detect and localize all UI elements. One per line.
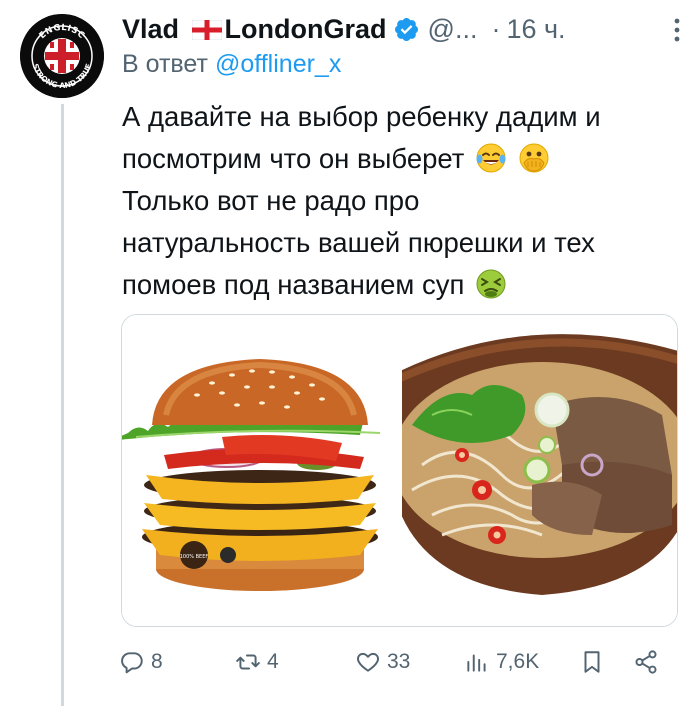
repost-count: 4: [267, 650, 279, 673]
like-button[interactable]: 33: [355, 646, 410, 678]
reply-icon: [121, 652, 143, 674]
nauseated-face-icon: [476, 269, 506, 299]
separator-dot: ·: [491, 13, 501, 44]
text-line-with-emoji: посмотрим что он выберет: [122, 138, 682, 180]
reply-context: В ответ @offliner_x: [122, 50, 341, 79]
reply-count: 8: [151, 650, 163, 673]
share-icon: [635, 650, 657, 674]
like-count: 33: [387, 650, 411, 673]
views-chart-icon: [467, 654, 486, 672]
avatar[interactable]: ENGLISC STRONG AND TRUE: [20, 14, 104, 98]
verified-badge-icon: [394, 17, 418, 41]
tweet[interactable]: ENGLISC STRONG AND TRUE Vlad LondonGrad: [0, 0, 700, 706]
views-count: 7,6K: [496, 650, 540, 673]
bookmark-icon: [584, 651, 600, 673]
reply-prefix: В ответ: [122, 50, 208, 78]
england-flag-icon: [191, 20, 222, 41]
reply-button[interactable]: 8: [119, 646, 163, 678]
burger-icon: 100% BEEF: [122, 315, 397, 626]
repost-icon: [236, 654, 260, 670]
thread-line: [61, 104, 64, 706]
text-line: Только вот не радо про: [122, 185, 420, 216]
reply-mention-link[interactable]: @offliner_x: [215, 50, 341, 78]
text-line: посмотрим что он выберет: [122, 143, 465, 174]
text-line: А давайте на выбор ребенку дадим и: [122, 101, 601, 132]
avatar-emblem-icon: ENGLISC STRONG AND TRUE: [20, 14, 104, 98]
bookmark-button[interactable]: [579, 646, 605, 678]
face-with-tears-of-joy-icon: [476, 143, 506, 173]
media-grid: 100% BEEF: [121, 314, 678, 627]
text-line-with-emoji: помоев под названием суп: [122, 264, 682, 306]
text-line: помоев под названием суп: [122, 269, 465, 300]
views-button[interactable]: 7,6K: [464, 646, 539, 678]
repost-button[interactable]: 4: [235, 646, 279, 678]
display-name[interactable]: Vlad LondonGrad: [122, 14, 387, 45]
handle[interactable]: @...: [428, 14, 478, 45]
burger-image[interactable]: 100% BEEF: [122, 315, 397, 626]
text-line: натуральность вашей пюрешки и тех: [122, 227, 595, 258]
display-name-first: Vlad: [122, 13, 180, 44]
share-button[interactable]: [633, 646, 659, 678]
more-options-icon[interactable]: [672, 16, 682, 44]
display-name-suffix: LondonGrad: [224, 13, 387, 44]
burger-badge-text: 100% BEEF: [180, 554, 209, 560]
pho-bowl-icon: [402, 315, 677, 626]
timestamp[interactable]: 16 ч.: [506, 14, 565, 45]
tweet-text: А давайте на выбор ребенку дадим и посмо…: [122, 96, 682, 306]
tweet-header: Vlad LondonGrad @... · 16 ч.: [122, 10, 686, 48]
heart-icon: [357, 652, 379, 672]
tweet-actions: 8 4 33 7,6K: [119, 646, 684, 678]
soup-image[interactable]: [402, 315, 677, 626]
face-with-hand-over-mouth-icon: [519, 143, 549, 173]
